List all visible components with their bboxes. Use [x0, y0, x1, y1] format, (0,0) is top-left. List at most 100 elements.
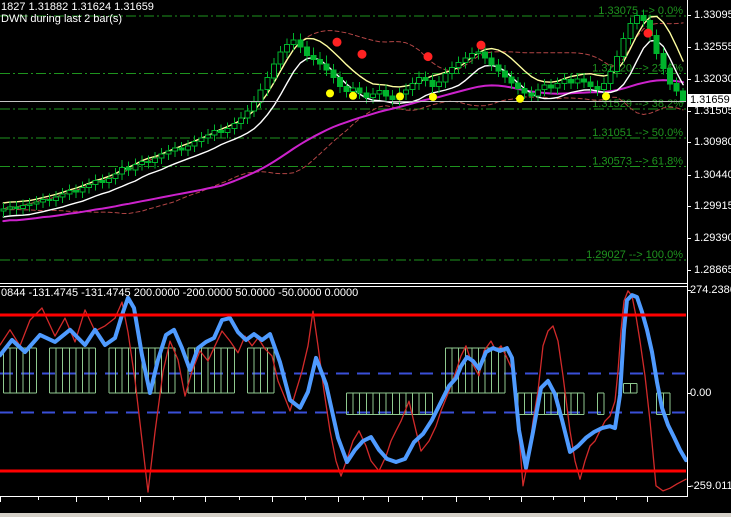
time-axis-tick: [388, 497, 389, 502]
candle: [680, 90, 687, 102]
trading-chart-window: 1.33075 --> 0.0% 1.32120 --> 23.6% 1.31529…: [0, 0, 731, 517]
candle: [574, 78, 581, 84]
candle: [508, 76, 515, 84]
time-axis-tick: [456, 497, 457, 502]
price-tick-label: 1.32555: [694, 41, 731, 54]
oscillator-tick-label: 274.2386: [690, 284, 731, 296]
candle: [86, 183, 93, 188]
buy-signal-dot: [396, 92, 404, 101]
time-axis-tick: [584, 497, 585, 502]
candle: [369, 93, 376, 99]
candle: [178, 147, 185, 151]
time-axis-minor-tick: [172, 497, 174, 500]
candle: [389, 95, 396, 100]
candles: [0, 9, 687, 217]
candle: [336, 77, 343, 88]
oscillator-red-line: [0, 290, 687, 493]
candle: [383, 89, 390, 97]
candle: [59, 193, 66, 198]
fib-level-label: 1.30573 --> 61.8%: [592, 156, 683, 168]
time-axis-tick: [205, 497, 206, 502]
window-bottom-strip: [0, 513, 731, 517]
time-axis-tick: [521, 497, 522, 502]
candle: [594, 86, 601, 91]
candle: [13, 206, 20, 209]
axis-tick: [687, 269, 691, 271]
candle: [402, 89, 409, 95]
oscillator-tick-label: 0.00: [690, 387, 712, 399]
axis-tick: [687, 142, 691, 144]
candle: [363, 92, 370, 99]
candle: [343, 86, 350, 92]
candle: [264, 77, 271, 91]
time-axis-minor-tick: [363, 497, 364, 500]
axis-tick: [687, 206, 691, 208]
candle: [640, 15, 647, 21]
oscillator-tick-label: -259.011: [690, 480, 731, 492]
candle: [270, 63, 277, 79]
candle: [376, 89, 383, 95]
axis-tick: [687, 78, 691, 80]
candle: [211, 130, 218, 136]
candle: [600, 83, 607, 91]
candle: [99, 180, 106, 183]
time-axis-minor-tick: [305, 497, 306, 500]
price-tick-label: 1.28865: [694, 263, 731, 276]
candle: [231, 123, 238, 129]
candle: [198, 137, 205, 143]
axis-tick: [687, 110, 691, 112]
candle: [581, 78, 588, 83]
candle: [152, 157, 159, 164]
candle: [277, 51, 284, 65]
candle: [92, 180, 99, 185]
candle: [442, 73, 449, 83]
oscillator-canvas[interactable]: [0, 288, 687, 496]
candle: [501, 70, 508, 78]
candle: [171, 147, 178, 152]
candle: [284, 44, 291, 53]
axis-tick: [687, 47, 691, 49]
main-chart-canvas[interactable]: 1.33075 --> 0.0%1.32120 --> 23.6%1.31529…: [0, 0, 687, 283]
time-axis-tick: [647, 497, 648, 502]
indicator-values-readout: 0844 -131.4745 -131.4745 200.0000 -200.0…: [1, 287, 359, 299]
buy-signal-dot: [326, 89, 334, 98]
price-axis-border: [687, 0, 688, 497]
candle: [310, 54, 317, 61]
time-axis-minor-tick: [615, 497, 617, 500]
buy-signal-dot: [602, 92, 610, 101]
price-tick-label: 1.32030: [694, 72, 731, 85]
candle: [409, 83, 416, 91]
candle: [528, 92, 535, 97]
time-axis-minor-tick: [108, 497, 109, 500]
candle: [633, 15, 640, 24]
candle: [607, 71, 614, 85]
axis-tick: [687, 237, 691, 239]
time-axis-minor-tick: [38, 497, 39, 500]
candle: [468, 53, 475, 59]
axis-tick: [687, 174, 691, 176]
candle: [627, 23, 634, 40]
candle: [6, 206, 13, 210]
candle: [0, 208, 7, 212]
axis-tick: [687, 290, 691, 291]
candle: [416, 77, 423, 85]
time-axis[interactable]: ec 16:0013 Dec 00:0014 Dec 08:0017 Dec 1…: [0, 497, 731, 513]
buy-signal-dot: [349, 91, 357, 100]
candle: [191, 141, 198, 147]
sell-signal-dot: [643, 28, 653, 38]
chart-separator-bottom: [0, 286, 687, 287]
candle: [482, 51, 489, 59]
candle: [422, 77, 429, 82]
candle: [673, 83, 680, 92]
candle: [33, 201, 40, 205]
candle: [548, 84, 555, 89]
candle: [587, 81, 594, 88]
price-tick-label: 1.30980: [694, 136, 731, 149]
time-axis-tick: [76, 497, 77, 502]
candle: [666, 68, 673, 85]
candle: [541, 84, 548, 91]
sell-signal-dot: [423, 52, 433, 62]
time-axis-minor-tick: [238, 497, 240, 500]
histogram-groups: [2, 347, 671, 415]
candle: [244, 110, 251, 119]
